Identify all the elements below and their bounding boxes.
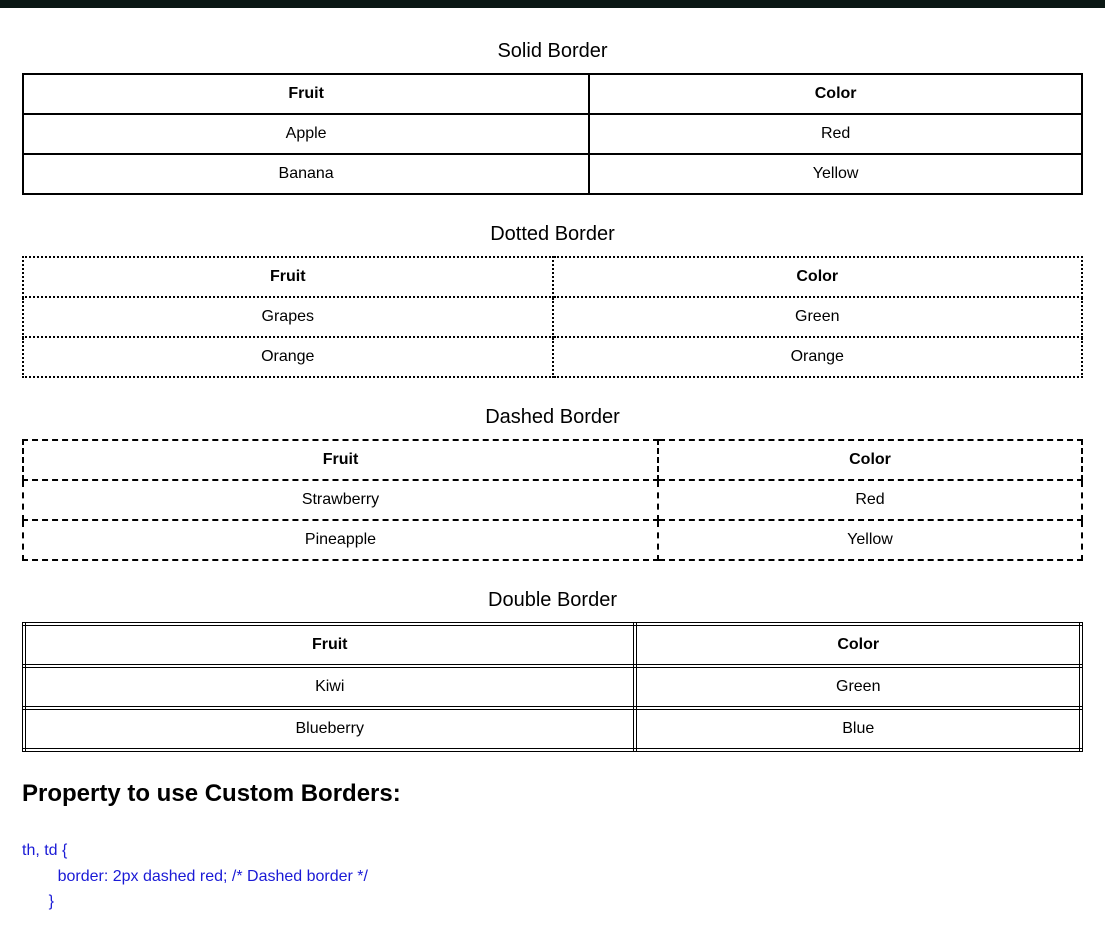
header-color: Color <box>635 624 1081 666</box>
table-header-row: Fruit Color <box>24 624 1081 666</box>
table-header-row: Fruit Color <box>23 257 1082 297</box>
table-solid: Fruit Color Apple Red Banana Yellow <box>22 73 1083 195</box>
table-caption-double: Double Border <box>22 589 1083 612</box>
cell-color: Red <box>658 480 1082 520</box>
table-row: Pineapple Yellow <box>23 520 1082 560</box>
cell-fruit: Kiwi <box>24 666 635 708</box>
table-dotted: Fruit Color Grapes Green Orange Orange <box>22 256 1083 378</box>
header-color: Color <box>589 74 1082 114</box>
cell-color: Green <box>635 666 1081 708</box>
cell-color: Orange <box>553 337 1083 377</box>
cell-fruit: Orange <box>23 337 553 377</box>
cell-fruit: Banana <box>23 154 589 194</box>
table-row: Kiwi Green <box>24 666 1081 708</box>
table-dashed: Fruit Color Strawberry Red Pineapple Yel… <box>22 439 1083 561</box>
cell-color: Yellow <box>658 520 1082 560</box>
table-row: Strawberry Red <box>23 480 1082 520</box>
table-caption-dashed: Dashed Border <box>22 406 1083 429</box>
header-fruit: Fruit <box>23 257 553 297</box>
header-color: Color <box>658 440 1082 480</box>
table-row: Blueberry Blue <box>24 708 1081 750</box>
code-line: th, td { <box>22 842 67 859</box>
table-row: Grapes Green <box>23 297 1082 337</box>
cell-color: Green <box>553 297 1083 337</box>
table-header-row: Fruit Color <box>23 440 1082 480</box>
section-heading: Property to use Custom Borders: <box>22 780 1083 808</box>
table-double: Fruit Color Kiwi Green Blueberry Blue <box>22 622 1083 752</box>
code-line: } <box>22 893 54 910</box>
cell-color: Blue <box>635 708 1081 750</box>
code-line: border: 2px dashed red; /* Dashed border… <box>22 868 368 885</box>
cell-fruit: Apple <box>23 114 589 154</box>
code-block: th, td { border: 2px dashed red; /* Dash… <box>22 838 1083 915</box>
cell-fruit: Blueberry <box>24 708 635 750</box>
content-area: Solid Border Fruit Color Apple Red Banan… <box>0 8 1105 935</box>
cell-fruit: Grapes <box>23 297 553 337</box>
cell-color: Red <box>589 114 1082 154</box>
header-fruit: Fruit <box>23 440 658 480</box>
header-color: Color <box>553 257 1083 297</box>
table-caption-dotted: Dotted Border <box>22 223 1083 246</box>
table-row: Apple Red <box>23 114 1082 154</box>
header-fruit: Fruit <box>23 74 589 114</box>
top-bar <box>0 0 1105 8</box>
cell-fruit: Pineapple <box>23 520 658 560</box>
header-fruit: Fruit <box>24 624 635 666</box>
table-caption-solid: Solid Border <box>22 40 1083 63</box>
cell-color: Yellow <box>589 154 1082 194</box>
table-row: Banana Yellow <box>23 154 1082 194</box>
cell-fruit: Strawberry <box>23 480 658 520</box>
table-row: Orange Orange <box>23 337 1082 377</box>
table-header-row: Fruit Color <box>23 74 1082 114</box>
